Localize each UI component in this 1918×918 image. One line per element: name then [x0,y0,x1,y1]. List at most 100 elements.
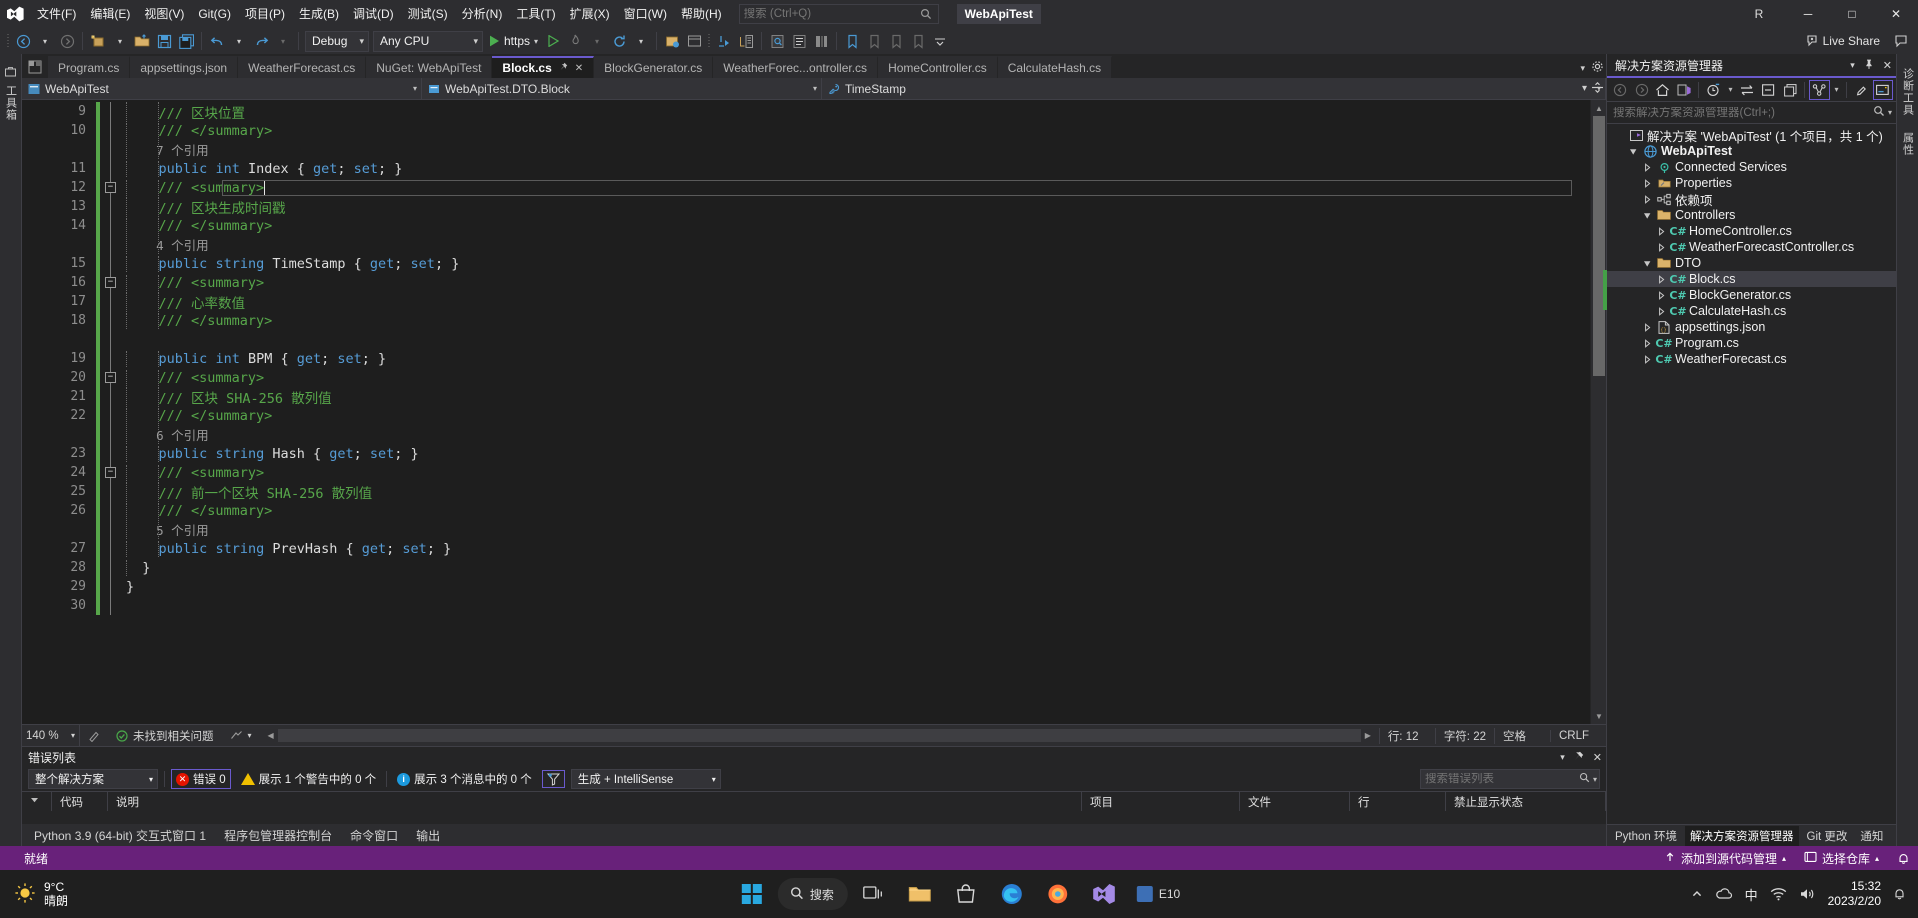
code-line[interactable]: 23 public string Hash { get; set; } [22,444,1590,463]
taskbar-file-explorer[interactable] [900,874,940,914]
code-line[interactable]: 21 /// 区块 SHA-256 散列值 [22,386,1590,407]
tool-tab-python-interactive[interactable]: Python 3.9 (64-bit) 交互式窗口 1 [26,825,214,846]
pending-changes-dropdown[interactable]: ▾ [1725,80,1737,100]
taskbar-e10-item[interactable]: E10 [1130,885,1186,903]
pin-icon[interactable] [1864,59,1874,72]
error-list-search-input[interactable] [1425,773,1579,785]
issues-status[interactable]: 未找到相关问题 [108,728,222,744]
taskbar-task-view-button[interactable] [854,874,894,914]
code-line[interactable]: 13 /// 区块生成时间戳 [22,196,1590,217]
task-list-button[interactable] [788,30,810,52]
select-startup-item-button[interactable] [661,30,683,52]
start-debug-button[interactable]: https ▾ [485,30,542,52]
solution-tree-item[interactable]: {} appsettings.json [1607,319,1896,335]
outlining-margin[interactable] [100,577,122,596]
feedback-button[interactable] [1890,30,1912,52]
collapse-all-button[interactable] [1759,80,1779,100]
document-settings-icon[interactable] [1591,60,1604,76]
restart-button[interactable] [608,30,630,52]
outlining-margin[interactable] [100,406,122,425]
error-list-search[interactable]: ▾ [1420,769,1600,789]
view-dropdown[interactable]: ▾ [1831,80,1843,100]
pin-icon[interactable] [1574,751,1584,764]
add-to-source-control-button[interactable]: 添加到源代码管理 ▴ [1664,850,1786,867]
outlining-margin[interactable]: − [100,463,122,482]
code-line[interactable]: 11 public int Index { get; set; } [22,159,1590,178]
doc-tab-weatherforecastcontroller-cs[interactable]: WeatherForec...ontroller.cs [713,56,879,78]
properties-button[interactable] [1851,80,1871,100]
navbar-collapse-icon[interactable]: ▾ [1582,83,1587,94]
solution-configuration-combo[interactable]: Debug ▾ [305,30,369,52]
code-line[interactable]: 22 /// </summary> [22,406,1590,425]
outlining-margin[interactable] [100,330,122,349]
close-icon[interactable]: ✕ [1593,751,1602,764]
tray-onedrive-icon[interactable] [1715,887,1733,901]
scroll-up-icon[interactable]: ▲ [1591,100,1607,116]
chevron-down-icon[interactable] [1639,211,1655,220]
window-dropdown-icon[interactable]: ▾ [1560,752,1565,763]
outlining-margin[interactable] [100,596,122,615]
maximize-button[interactable]: □ [1830,0,1874,28]
solution-tree-item[interactable]: WebApiTest [1607,143,1896,159]
menu-item-view[interactable]: 视图(V) [137,0,191,28]
step-into-button[interactable] [713,30,735,52]
doc-tab-calculatehash-cs[interactable]: CalculateHash.cs [997,56,1113,78]
solution-tree-item[interactable]: Connected Services [1607,159,1896,175]
outlining-margin[interactable] [100,482,122,501]
redo-button[interactable] [250,30,272,52]
start-without-debug-button[interactable] [542,30,564,52]
code-line[interactable]: 5 个引用 [22,520,1590,539]
messages-filter-button[interactable]: i 展示 3 个消息中的 0 个 [393,770,536,788]
collapse-icon[interactable]: − [105,467,116,478]
pending-changes-button[interactable] [1703,80,1723,100]
menu-item-debug[interactable]: 调试(D) [346,0,401,28]
hscroll-track[interactable] [277,729,1361,742]
outlining-margin[interactable] [100,425,122,444]
column-header-code[interactable]: 代码 [52,792,108,811]
errors-filter-button[interactable]: ✕ 错误 0 [171,769,231,789]
quick-launch-input[interactable] [743,8,918,20]
code-line[interactable]: 25 /// 前一个区块 SHA-256 散列值 [22,481,1590,502]
new-project-button[interactable] [87,30,109,52]
chevron-right-icon[interactable] [1639,354,1655,364]
editor-margin-icon[interactable] [80,730,108,742]
solution-explorer-search-input[interactable] [1613,106,1873,119]
outlining-margin[interactable] [100,216,122,235]
tray-network-icon[interactable] [1770,887,1787,901]
chevron-right-icon[interactable] [1639,322,1655,332]
outlining-margin[interactable]: − [100,178,122,197]
menu-item-window[interactable]: 窗口(W) [617,0,674,28]
live-share-button[interactable]: Live Share [1805,34,1880,48]
save-button[interactable] [153,30,175,52]
scope-combo[interactable]: 整个解决方案 ▾ [28,769,158,789]
code-line[interactable]: 18 /// </summary> [22,311,1590,330]
window-dropdown-icon[interactable]: ▾ [1850,60,1855,71]
solution-tree-item[interactable]: 解决方案 'WebApiTest' (1 个项目，共 1 个) [1607,127,1896,144]
solution-platform-combo[interactable]: Any CPU ▾ [373,30,483,52]
taskbar-search[interactable]: 搜索 [777,878,848,910]
menu-item-extensions[interactable]: 扩展(X) [563,0,617,28]
warnings-filter-button[interactable]: 展示 1 个警告中的 0 个 [237,770,381,788]
solution-tree-item[interactable]: C# BlockGenerator.cs [1607,287,1896,303]
taskbar-store[interactable] [946,874,986,914]
menu-item-file[interactable]: 文件(F) [30,0,83,28]
code-line[interactable]: 15 public string TimeStamp { get; set; } [22,254,1590,273]
code-line[interactable]: 16 − /// <summary> [22,273,1590,292]
toolbox-vertical-tab[interactable]: 工具箱 [0,58,22,129]
outlining-margin[interactable] [100,311,122,330]
chevron-right-icon[interactable] [1653,306,1669,316]
outlining-margin[interactable] [100,558,122,577]
column-header-suppression[interactable]: 禁止显示状态 [1446,792,1606,811]
outlining-margin[interactable] [100,140,122,159]
bottom-tab-solution-explorer[interactable]: 解决方案资源管理器 [1685,825,1799,846]
chevron-down-icon[interactable]: ▾ [1888,108,1892,117]
sync-with-active-document-button[interactable] [1737,80,1757,100]
menu-item-help[interactable]: 帮助(H) [674,0,729,28]
previous-bookmark-button[interactable] [863,30,885,52]
view-class-diagram-button[interactable] [1809,79,1830,100]
code-line[interactable] [22,330,1590,349]
column-header-description[interactable]: 说明 [108,792,1082,811]
code-line[interactable]: 28 } [22,558,1590,577]
save-all-button[interactable] [175,30,197,52]
minimize-button[interactable]: ─ [1786,0,1830,28]
